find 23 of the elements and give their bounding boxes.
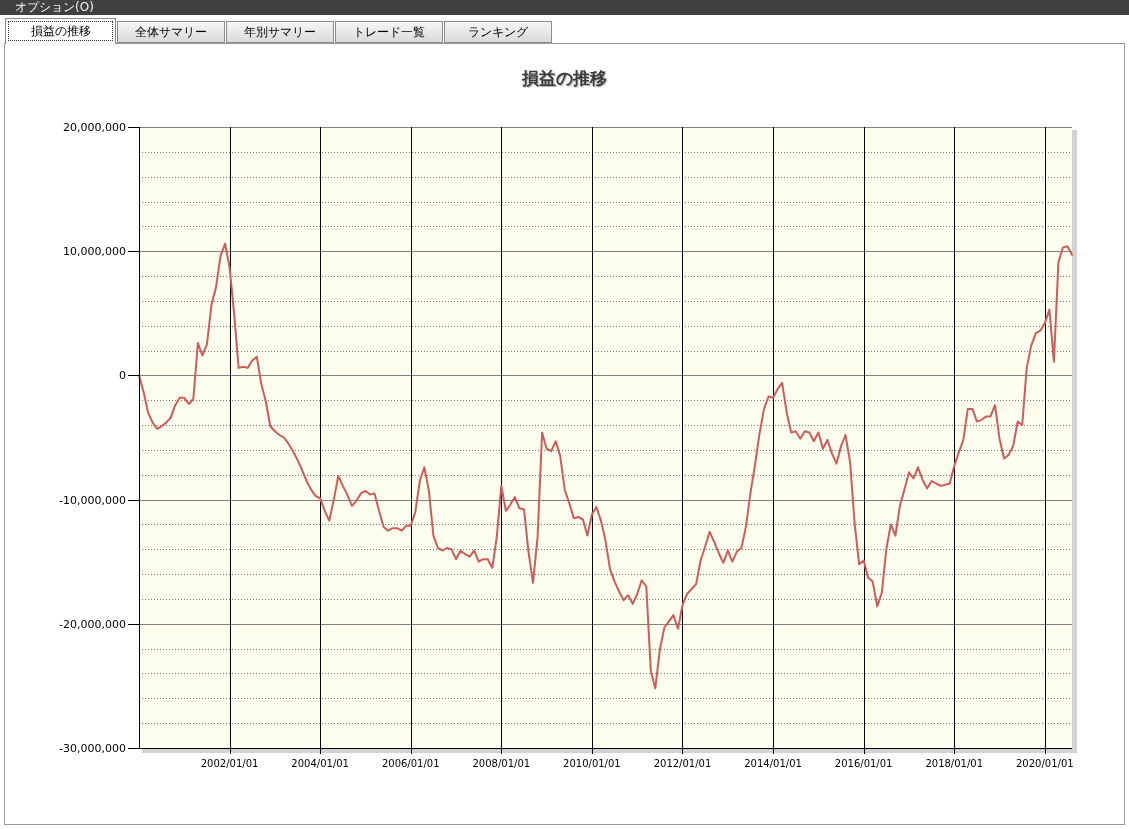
- y-axis-label: 20,000,000: [63, 121, 126, 134]
- x-axis-label: 2018/01/01: [925, 758, 984, 769]
- tab[interactable]: トレード一覧: [335, 21, 443, 43]
- menu-item[interactable]: オプション(O): [12, 0, 97, 15]
- x-axis-label: 2006/01/01: [381, 758, 440, 769]
- tab[interactable]: ランキング: [444, 21, 552, 43]
- y-axis-label: 0: [119, 369, 126, 383]
- chart-title: 損益の推移: [522, 68, 607, 88]
- tab[interactable]: 年別サマリー: [226, 21, 334, 43]
- x-axis-label: 2010/01/01: [563, 758, 621, 769]
- x-axis-label: 2020/01/01: [1016, 758, 1074, 769]
- y-axis-label: 10,000,000: [63, 245, 126, 259]
- x-axis-label: 2016/01/01: [834, 758, 893, 769]
- tab[interactable]: 全体サマリー: [117, 21, 225, 43]
- y-axis-label: -20,000,000: [59, 617, 126, 631]
- x-axis-label: 2014/01/01: [744, 758, 802, 769]
- y-axis-label: -10,000,000: [59, 493, 126, 507]
- y-axis-label: -30,000,000: [59, 742, 126, 755]
- x-axis-label: 2008/01/01: [472, 758, 531, 769]
- x-axis-label: 2002/01/01: [200, 758, 259, 769]
- tab[interactable]: 損益の推移: [5, 18, 116, 44]
- x-axis-label: 2004/01/01: [291, 758, 349, 769]
- x-axis-label: 2012/01/01: [653, 758, 712, 769]
